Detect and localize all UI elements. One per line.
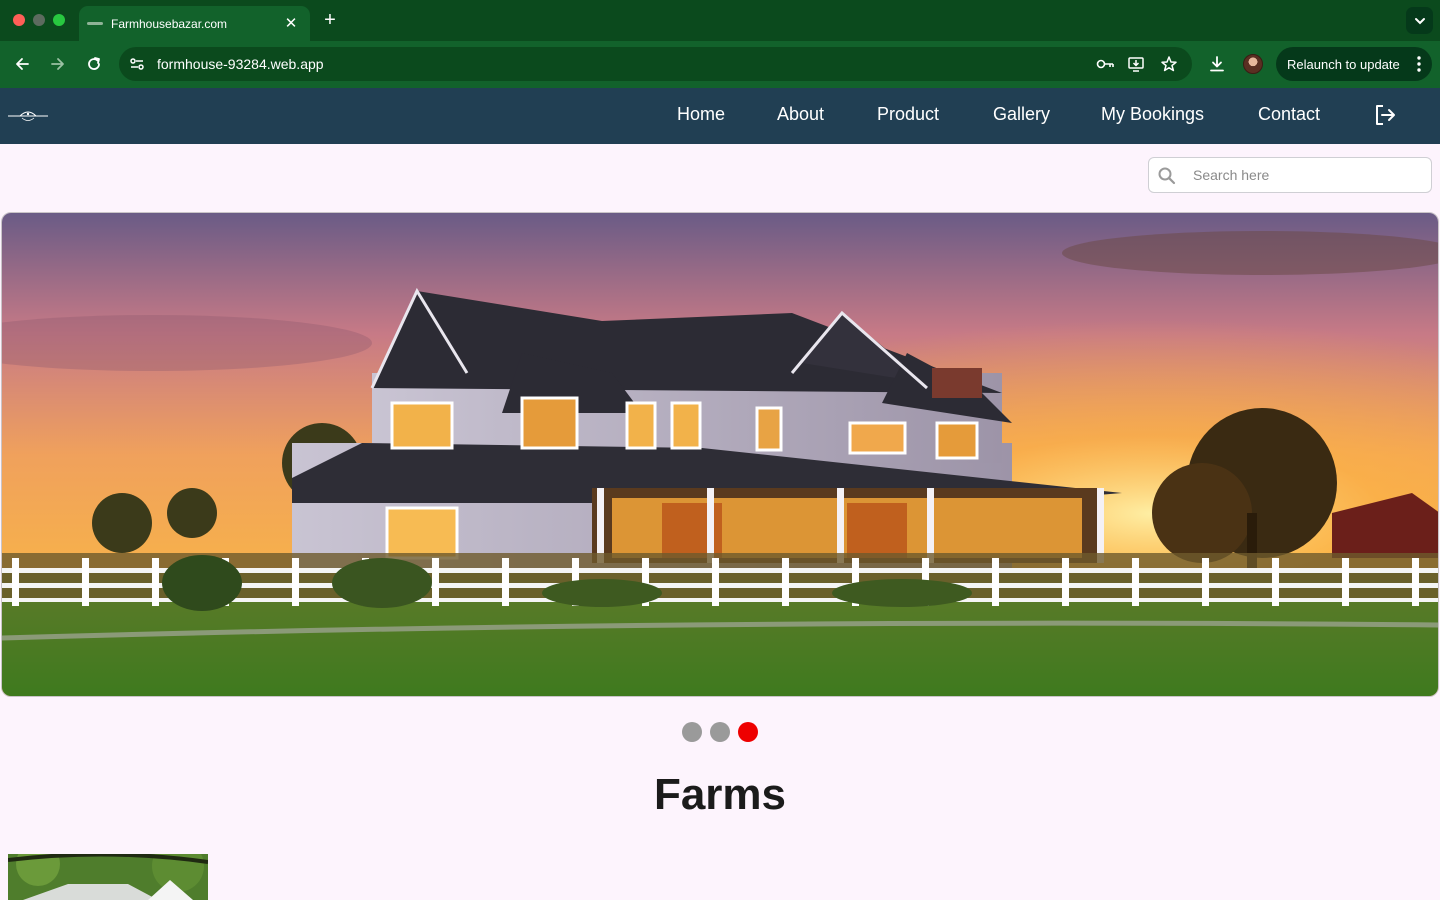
farm-thumbnail-image: [8, 854, 208, 900]
url-text: formhouse-93284.web.app: [157, 56, 324, 72]
site-settings-icon[interactable]: [129, 56, 145, 72]
download-icon: [1210, 56, 1224, 72]
nav-link-contact[interactable]: Contact: [1258, 104, 1320, 125]
profile-avatar[interactable]: [1243, 54, 1263, 74]
site-favicon-icon: [87, 22, 103, 25]
farmhouse-sunset-image: [2, 213, 1438, 696]
logout-icon[interactable]: [1373, 103, 1397, 127]
search-box: [1148, 157, 1432, 193]
password-key-icon[interactable]: [1095, 56, 1115, 72]
carousel-dot-2[interactable]: [710, 722, 730, 742]
section-title: Farms: [653, 770, 787, 819]
new-tab-button[interactable]: +: [318, 8, 342, 32]
site-navbar: Home About Product Gallery My Bookings C…: [0, 88, 1440, 144]
browser-tab-bar: Farmhousebazar.com ✕ +: [0, 0, 1440, 41]
arrow-left-icon: [16, 58, 29, 70]
carousel-dot-1[interactable]: [682, 722, 702, 742]
tab-search-button[interactable]: [1406, 7, 1433, 34]
forward-button[interactable]: [47, 53, 69, 75]
tab-close-icon[interactable]: ✕: [282, 16, 300, 31]
maximize-window-button[interactable]: [53, 14, 65, 26]
relaunch-label: Relaunch to update: [1287, 56, 1400, 72]
search-icon: [1158, 167, 1176, 185]
nav-link-home[interactable]: Home: [677, 104, 725, 125]
reload-button[interactable]: [83, 53, 105, 75]
bookmark-star-icon[interactable]: [1160, 55, 1178, 73]
nav-link-product[interactable]: Product: [877, 104, 939, 125]
browser-tab[interactable]: Farmhousebazar.com ✕: [79, 6, 310, 41]
tab-title: Farmhousebazar.com: [111, 16, 228, 31]
arrow-right-icon: [51, 58, 64, 70]
hero-carousel-image: [1, 212, 1439, 697]
relaunch-button[interactable]: Relaunch to update: [1276, 47, 1432, 81]
carousel-indicators: [682, 722, 758, 742]
farm-card-image[interactable]: [8, 854, 208, 900]
browser-toolbar: formhouse-93284.web.app Relaunch to upda…: [0, 41, 1440, 88]
close-window-button[interactable]: [13, 14, 25, 26]
nav-link-my-bookings[interactable]: My Bookings: [1101, 104, 1204, 125]
more-vert-icon[interactable]: [1416, 55, 1422, 73]
downloads-button[interactable]: [1206, 53, 1228, 75]
nav-link-about[interactable]: About: [777, 104, 824, 125]
install-app-icon[interactable]: [1127, 55, 1145, 73]
reload-icon: [88, 57, 100, 70]
minimize-window-button[interactable]: [33, 14, 45, 26]
search-input[interactable]: [1193, 159, 1423, 191]
carousel-dot-3[interactable]: [738, 722, 758, 742]
address-bar[interactable]: formhouse-93284.web.app: [119, 47, 1192, 81]
chevron-down-icon: [1414, 17, 1425, 24]
back-button[interactable]: [11, 53, 33, 75]
nav-link-gallery[interactable]: Gallery: [993, 104, 1050, 125]
site-logo[interactable]: [8, 106, 48, 126]
